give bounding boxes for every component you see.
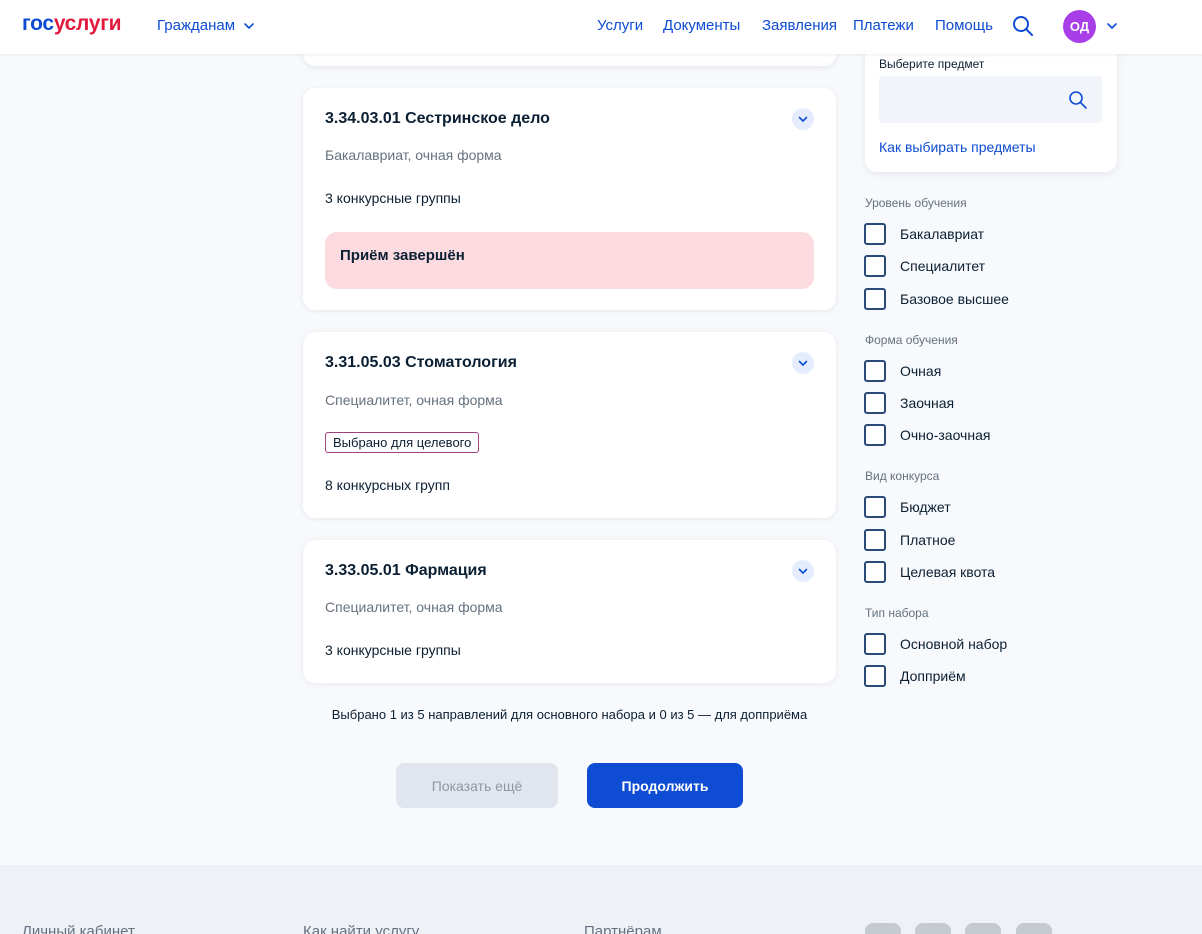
- chevron-down-icon: [798, 116, 808, 122]
- top-header: госуслуги Гражданам Услуги Документы Зая…: [0, 0, 1202, 54]
- checkbox-label: Очно-заочная: [900, 427, 991, 443]
- checkbox[interactable]: [864, 288, 886, 310]
- filter-checkbox-extramural[interactable]: Заочная: [864, 392, 954, 414]
- checkbox-label: Бюджет: [900, 499, 951, 515]
- filter-checkbox-paid[interactable]: Платное: [864, 529, 955, 551]
- checkbox[interactable]: [864, 561, 886, 583]
- search-icon[interactable]: [1068, 90, 1088, 110]
- checkbox-label: Очная: [900, 363, 942, 379]
- expand-button[interactable]: [792, 560, 814, 582]
- filter-checkbox-bachelor[interactable]: Бакалавриат: [864, 223, 984, 245]
- checkbox-label: Заочная: [900, 395, 955, 411]
- chevron-down-icon: [244, 22, 254, 29]
- citizens-menu-label: Гражданам: [157, 17, 236, 34]
- search-icon[interactable]: [1012, 15, 1034, 37]
- filter-checkbox-target-quota[interactable]: Целевая квота: [864, 561, 995, 583]
- program-card[interactable]: 3.31.05.03 Стоматология Специалитет, очн…: [303, 332, 836, 518]
- program-subtitle: Специалитет, очная форма: [325, 392, 503, 408]
- checkbox[interactable]: [864, 424, 886, 446]
- social-icon[interactable]: [865, 923, 901, 934]
- chevron-down-icon[interactable]: [1106, 20, 1118, 32]
- filter-checkbox-full-time[interactable]: Очная: [864, 360, 941, 382]
- checkbox-label: Специалитет: [900, 258, 986, 274]
- program-card[interactable]: 3.34.03.01 Сестринское дело Бакалавриат,…: [303, 88, 836, 310]
- footer-link-account[interactable]: Личный кабинет: [22, 923, 135, 934]
- filter-heading-level: Уровень обучения: [865, 196, 967, 210]
- checkbox[interactable]: [864, 496, 886, 518]
- admission-closed-alert: Приём завершён: [325, 232, 814, 289]
- subject-filter-panel: Выберите предмет Как выбирать предметы: [865, 44, 1117, 172]
- filter-checkbox-budget[interactable]: Бюджет: [864, 496, 951, 518]
- selection-summary: Выбрано 1 из 5 направлений для основного…: [331, 707, 808, 722]
- user-avatar[interactable]: ОД: [1063, 10, 1096, 43]
- chevron-down-icon: [798, 568, 808, 574]
- checkbox-label: Целевая квота: [900, 564, 996, 580]
- logo-part-gos: гос: [22, 12, 54, 35]
- checkbox-label: Допприём: [900, 668, 966, 684]
- checkbox[interactable]: [864, 255, 886, 277]
- program-title: 3.34.03.01 Сестринское дело: [325, 110, 550, 127]
- alert-text: Приём завершён: [340, 247, 465, 264]
- checkbox-label: Платное: [900, 532, 956, 548]
- social-icon[interactable]: [965, 923, 1001, 934]
- program-groups: 8 конкурсных групп: [325, 477, 450, 493]
- filter-checkbox-main-admission[interactable]: Основной набор: [864, 633, 1007, 655]
- checkbox[interactable]: [864, 360, 886, 382]
- footer-link-partners[interactable]: Партнёрам: [584, 923, 662, 934]
- target-selected-tag: Выбрано для целевого: [325, 432, 480, 453]
- subject-label: Выберите предмет: [879, 57, 985, 71]
- program-groups: 3 конкурсные группы: [325, 190, 461, 206]
- program-groups: 3 конкурсные группы: [325, 642, 461, 658]
- how-to-choose-subjects-link[interactable]: Как выбирать предметы: [879, 139, 1036, 155]
- footer-link-find-service[interactable]: Как найти услугу: [303, 923, 419, 934]
- logo-part-uslugi: услуги: [53, 12, 122, 35]
- program-title: 3.31.05.03 Стоматология: [325, 354, 517, 371]
- checkbox-label: Основной набор: [900, 636, 1008, 652]
- filter-heading-admission-type: Тип набора: [865, 606, 929, 620]
- gosuslugi-logo[interactable]: госуслуги: [22, 12, 122, 36]
- program-card[interactable]: 3.33.05.01 Фармация Специалитет, очная ф…: [303, 540, 836, 683]
- checkbox[interactable]: [864, 529, 886, 551]
- nav-services[interactable]: Услуги: [597, 17, 643, 34]
- chevron-down-icon: [798, 360, 808, 366]
- checkbox-label: Базовое высшее: [900, 291, 1009, 307]
- filter-heading-competition: Вид конкурса: [865, 469, 940, 483]
- nav-applications[interactable]: Заявления: [762, 17, 837, 34]
- social-icon[interactable]: [1016, 923, 1052, 934]
- footer: Личный кабинет Как найти услугу Партнёра…: [0, 865, 1202, 934]
- expand-button[interactable]: [792, 352, 814, 374]
- filter-checkbox-specialist[interactable]: Специалитет: [864, 255, 985, 277]
- filter-checkbox-part-time[interactable]: Очно-заочная: [864, 424, 990, 446]
- program-subtitle: Бакалавриат, очная форма: [325, 147, 502, 163]
- program-title: 3.33.05.01 Фармация: [325, 562, 487, 579]
- nav-payments[interactable]: Платежи: [853, 17, 914, 34]
- filter-heading-form: Форма обучения: [865, 333, 958, 347]
- nav-documents[interactable]: Документы: [663, 17, 740, 34]
- checkbox[interactable]: [864, 665, 886, 687]
- expand-button[interactable]: [792, 108, 814, 130]
- show-more-button[interactable]: Показать ещё: [396, 763, 558, 808]
- nav-help[interactable]: Помощь: [935, 17, 993, 34]
- checkbox[interactable]: [864, 223, 886, 245]
- checkbox[interactable]: [864, 392, 886, 414]
- social-icon[interactable]: [915, 923, 951, 934]
- program-subtitle: Специалитет, очная форма: [325, 599, 503, 615]
- continue-button[interactable]: Продолжить: [587, 763, 743, 808]
- citizens-menu[interactable]: Гражданам: [157, 17, 255, 34]
- filter-checkbox-basic-higher[interactable]: Базовое высшее: [864, 288, 1009, 310]
- checkbox[interactable]: [864, 633, 886, 655]
- checkbox-label: Бакалавриат: [900, 226, 985, 242]
- filter-checkbox-additional-admission[interactable]: Допприём: [864, 665, 966, 687]
